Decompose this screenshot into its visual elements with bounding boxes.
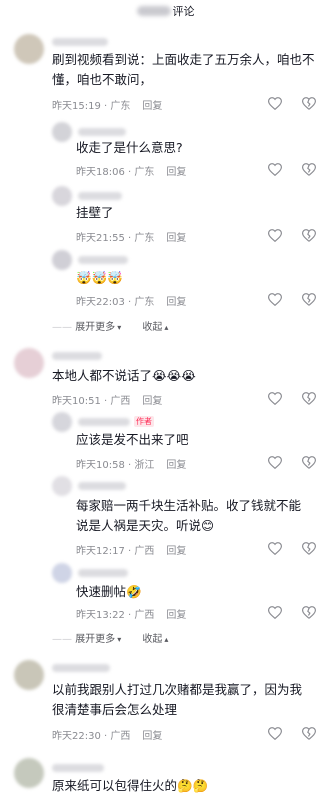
- author-badge: 作者: [134, 416, 154, 427]
- comment-meta: 昨天22:30 · 广西 回复: [52, 727, 162, 742]
- collapse-button[interactable]: 收起 ▴: [142, 634, 168, 645]
- comment-meta: 昨天10:51 · 广西 回复: [52, 392, 162, 407]
- reply-button[interactable]: 回复: [166, 546, 186, 557]
- reply-time-location: 昨天13:22 · 广西: [76, 610, 155, 621]
- username-blurred[interactable]: [78, 256, 128, 264]
- like-heart-icon[interactable]: [268, 163, 282, 176]
- username-blurred[interactable]: [78, 128, 126, 136]
- dislike-broken-heart-icon[interactable]: [302, 456, 316, 470]
- avatar[interactable]: [14, 758, 44, 788]
- comment-text: 本地人都不说话了😭😭😭: [52, 368, 196, 383]
- expand-collapse-row: —— 展开更多 ▾ 收起 ▴: [52, 634, 169, 645]
- like-heart-icon[interactable]: [268, 97, 282, 110]
- avatar[interactable]: [14, 34, 44, 64]
- like-heart-icon[interactable]: [268, 229, 282, 242]
- reply-button[interactable]: 回复: [142, 101, 162, 112]
- dislike-broken-heart-icon[interactable]: [302, 229, 316, 243]
- avatar[interactable]: [52, 476, 72, 496]
- comment-count-blurred: [136, 6, 171, 16]
- reply-text: 每家赔一两千块生活补贴。收了钱就不能说是人祸是天灾。听说😊: [76, 498, 302, 533]
- dislike-broken-heart-icon[interactable]: [302, 163, 316, 177]
- avatar[interactable]: [52, 122, 72, 142]
- comment-text: 原来纸可以包得住火的🤔🤔: [52, 778, 209, 793]
- like-heart-icon[interactable]: [268, 392, 282, 405]
- avatar[interactable]: [52, 186, 72, 206]
- comment-time-location: 昨天22:30 · 广西: [52, 731, 131, 742]
- avatar[interactable]: [14, 660, 44, 690]
- reply-text: 应该是发不出来了吧: [76, 432, 189, 447]
- username-blurred[interactable]: [52, 352, 102, 360]
- reply-button[interactable]: 回复: [166, 233, 186, 244]
- avatar[interactable]: [14, 348, 44, 378]
- comment-text: 以前我跟别人打过几次赌都是我赢了，因为我很清楚事后会怎么处理: [52, 682, 303, 717]
- reply-button[interactable]: 回复: [166, 610, 186, 621]
- chevron-up-icon: ▴: [164, 635, 169, 644]
- reply-time-location: 昨天22:03 · 广东: [76, 297, 155, 308]
- username-blurred[interactable]: [78, 418, 130, 426]
- like-heart-icon[interactable]: [268, 727, 282, 740]
- like-heart-icon[interactable]: [268, 606, 282, 619]
- expand-collapse-row: —— 展开更多 ▾ 收起 ▴: [52, 322, 169, 333]
- dislike-broken-heart-icon[interactable]: [302, 542, 316, 556]
- reply-meta: 昨天21:55 · 广东 回复: [76, 229, 186, 244]
- reply-button[interactable]: 回复: [166, 167, 186, 178]
- reply-text: 🤯🤯🤯: [76, 270, 123, 285]
- reply-text: 挂壁了: [76, 205, 114, 220]
- chevron-down-icon: ▾: [117, 323, 122, 332]
- like-heart-icon[interactable]: [268, 293, 282, 306]
- reply-text: 收走了是什么意思?: [76, 140, 183, 155]
- header-title: 评论: [172, 5, 195, 18]
- avatar[interactable]: [52, 412, 72, 432]
- reply-meta: 昨天13:22 · 广西 回复: [76, 606, 186, 621]
- comment-time-location: 昨天10:51 · 广西: [52, 396, 131, 407]
- expand-more-button[interactable]: 展开更多 ▾: [75, 634, 121, 645]
- reply-time-location: 昨天12:17 · 广西: [76, 546, 155, 557]
- reply-button[interactable]: 回复: [166, 460, 186, 471]
- username-blurred[interactable]: [78, 569, 128, 577]
- chevron-down-icon: ▾: [117, 635, 122, 644]
- reply-text: 快速删帖🤣: [76, 584, 142, 599]
- avatar[interactable]: [52, 250, 72, 270]
- reply-time-location: 昨天18:06 · 广东: [76, 167, 155, 178]
- username-blurred[interactable]: [78, 192, 122, 200]
- dislike-broken-heart-icon[interactable]: [302, 293, 316, 307]
- reply-time-location: 昨天10:58 · 浙江: [76, 460, 155, 471]
- reply-button[interactable]: 回复: [142, 731, 162, 742]
- username-blurred[interactable]: [52, 38, 108, 46]
- collapse-button[interactable]: 收起 ▴: [142, 322, 168, 333]
- avatar[interactable]: [52, 563, 72, 583]
- reply-meta: 昨天22:03 · 广东 回复: [76, 293, 186, 308]
- username-blurred[interactable]: [52, 664, 110, 672]
- comments-header: 评论: [0, 0, 331, 22]
- comment-meta: 昨天15:19 · 广东 回复: [52, 97, 162, 112]
- dislike-broken-heart-icon[interactable]: [302, 392, 316, 406]
- like-heart-icon[interactable]: [268, 456, 282, 469]
- expand-more-button[interactable]: 展开更多 ▾: [75, 322, 121, 333]
- like-heart-icon[interactable]: [268, 542, 282, 555]
- username-blurred[interactable]: [52, 764, 104, 772]
- comment-time-location: 昨天15:19 · 广东: [52, 101, 131, 112]
- reply-button[interactable]: 回复: [166, 297, 186, 308]
- reply-meta: 昨天18:06 · 广东 回复: [76, 163, 186, 178]
- dislike-broken-heart-icon[interactable]: [302, 606, 316, 620]
- dislike-broken-heart-icon[interactable]: [302, 727, 316, 741]
- chevron-up-icon: ▴: [164, 323, 169, 332]
- dislike-broken-heart-icon[interactable]: [302, 97, 316, 111]
- reply-meta: 昨天12:17 · 广西 回复: [76, 542, 186, 557]
- reply-time-location: 昨天21:55 · 广东: [76, 233, 155, 244]
- reply-meta: 昨天10:58 · 浙江 回复: [76, 456, 186, 471]
- username-blurred[interactable]: [78, 482, 126, 490]
- reply-button[interactable]: 回复: [142, 396, 162, 407]
- comment-text: 刷到视频看到说：上面收走了五万余人，咱也不懂，咱也不敢问，: [52, 52, 315, 87]
